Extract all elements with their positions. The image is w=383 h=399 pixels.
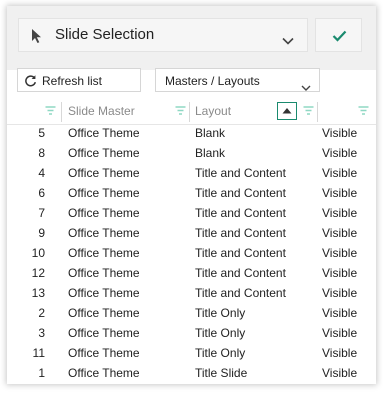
checkmark-icon (332, 30, 347, 42)
slide-master: Office Theme (68, 366, 140, 380)
pointer-arrow-icon (31, 28, 42, 49)
table-row[interactable]: 8 Office Theme Blank Visible (7, 143, 376, 163)
slide-selection-dropdown[interactable]: Slide Selection (18, 18, 308, 52)
slide-master: Office Theme (68, 306, 140, 320)
filter-icon[interactable] (303, 102, 314, 120)
slide-layout: Title and Content (195, 186, 286, 200)
table-row[interactable]: 11 Office Theme Title Only Visible (7, 343, 376, 363)
slide-layout: Title Only (195, 306, 246, 320)
slide-layout: Title and Content (195, 246, 286, 260)
table-row[interactable]: 9 Office Theme Title and Content Visible (7, 223, 376, 243)
slide-status: Visible (322, 366, 358, 380)
slide-master: Office Theme (68, 206, 140, 220)
table-row[interactable]: 3 Office Theme Title Only Visible (7, 323, 376, 343)
selector-title: Slide Selection (55, 26, 155, 43)
slide-status: Visible (322, 226, 358, 240)
table-row[interactable]: 1 Office Theme Title Slide Visible (7, 363, 376, 383)
slide-status: Visible (322, 266, 358, 280)
slide-layout: Title and Content (195, 286, 286, 300)
slide-status: Visible (322, 126, 358, 140)
slide-status: Visible (322, 286, 358, 300)
filter-icon[interactable] (45, 102, 56, 120)
slide-status: Visible (322, 146, 358, 160)
table-row[interactable]: 12 Office Theme Title and Content Visibl… (7, 263, 376, 283)
column-label-layout: Layout (195, 104, 232, 118)
slide-status: Visible (322, 326, 358, 340)
slide-status: Visible (322, 166, 358, 180)
slide-index: 12 (31, 266, 45, 280)
view-mode-dropdown[interactable]: Masters / Layouts (155, 68, 320, 92)
slide-index: 13 (31, 286, 45, 300)
refresh-label: Refresh list (42, 74, 103, 88)
slide-master: Office Theme (68, 186, 140, 200)
slide-layout: Title Only (195, 346, 246, 360)
refresh-list-button[interactable]: Refresh list (17, 68, 141, 92)
slide-master: Office Theme (68, 166, 140, 180)
slide-master: Office Theme (68, 266, 140, 280)
table-header: Slide Master Layout (7, 98, 376, 125)
column-header-slide-master[interactable]: Slide Master (62, 98, 189, 124)
column-label-slide-master: Slide Master (68, 104, 135, 118)
slide-status: Visible (322, 306, 358, 320)
table-row[interactable]: 13 Office Theme Title and Content Visibl… (7, 283, 376, 303)
slide-master: Office Theme (68, 346, 140, 360)
sort-up-icon (282, 108, 292, 114)
confirm-button[interactable] (315, 18, 362, 52)
filter-icon[interactable] (175, 102, 186, 120)
slide-index: 8 (38, 146, 45, 160)
slide-layout: Blank (195, 126, 226, 140)
column-header-layout[interactable]: Layout (190, 98, 317, 124)
slide-index: 7 (38, 206, 45, 220)
view-mode-label: Masters / Layouts (165, 74, 260, 88)
slide-master: Office Theme (68, 246, 140, 260)
refresh-icon (24, 74, 37, 92)
column-header-status[interactable] (318, 98, 376, 124)
slide-index: 2 (38, 306, 45, 320)
sort-ascending-button[interactable] (277, 102, 297, 120)
slide-layout: Title and Content (195, 266, 286, 280)
slide-index: 10 (31, 246, 45, 260)
slide-status: Visible (322, 186, 358, 200)
table-row[interactable]: 2 Office Theme Title Only Visible (7, 303, 376, 323)
slide-master: Office Theme (68, 286, 140, 300)
slide-layout: Title Slide (195, 366, 248, 380)
table-row[interactable]: 10 Office Theme Title and Content Visibl… (7, 243, 376, 263)
slide-master: Office Theme (68, 326, 140, 340)
slide-layout: Title and Content (195, 166, 286, 180)
slide-layout: Title and Content (195, 206, 286, 220)
filter-icon[interactable] (358, 102, 369, 120)
slide-status: Visible (322, 346, 358, 360)
slide-master: Office Theme (68, 226, 140, 240)
chevron-down-icon (301, 78, 311, 96)
slide-status: Visible (322, 246, 358, 260)
slide-layout: Title Only (195, 326, 246, 340)
slide-master: Office Theme (68, 126, 140, 140)
slide-index: 6 (38, 186, 45, 200)
slide-index: 11 (32, 346, 45, 360)
chevron-down-icon (282, 32, 294, 50)
table-row[interactable]: 5 Office Theme Blank Visible (7, 123, 376, 143)
slide-index: 1 (38, 366, 45, 380)
slide-index: 3 (38, 326, 45, 340)
slide-selection-panel: Slide Selection Refresh list Masters / L… (7, 6, 376, 384)
column-header-index[interactable] (7, 98, 61, 124)
table-row[interactable]: 6 Office Theme Title and Content Visible (7, 183, 376, 203)
table-row[interactable]: 7 Office Theme Title and Content Visible (7, 203, 376, 223)
slide-table-body: 5 Office Theme Blank Visible 8 Office Th… (7, 123, 376, 383)
slide-master: Office Theme (68, 146, 140, 160)
slide-index: 9 (38, 226, 45, 240)
slide-layout: Title and Content (195, 226, 286, 240)
slide-index: 4 (38, 166, 45, 180)
top-toolbar: Slide Selection (7, 6, 376, 70)
slide-status: Visible (322, 206, 358, 220)
table-row[interactable]: 4 Office Theme Title and Content Visible (7, 163, 376, 183)
slide-index: 5 (38, 126, 45, 140)
slide-layout: Blank (195, 146, 226, 160)
